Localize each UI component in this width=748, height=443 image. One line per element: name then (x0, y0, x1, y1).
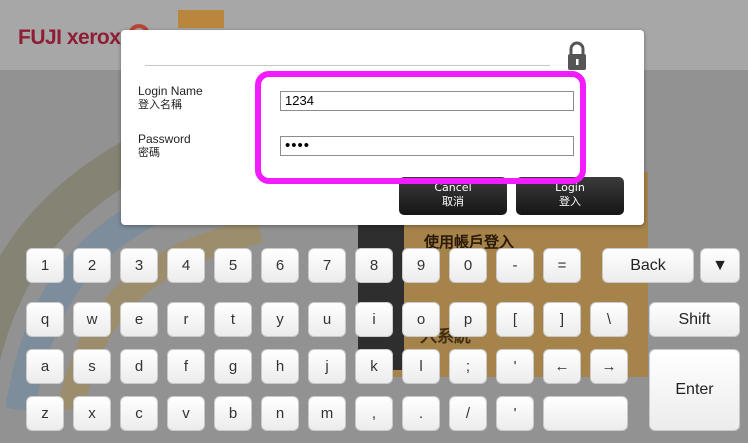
key-5[interactable]: 5 (214, 248, 252, 283)
key-q[interactable]: q (26, 302, 64, 337)
dialog-divider (145, 65, 550, 66)
key-2[interactable]: 2 (73, 248, 111, 283)
key-j[interactable]: j (308, 349, 346, 384)
key-shift[interactable]: Shift (649, 302, 740, 337)
key-minus[interactable]: - (496, 248, 534, 283)
key-o[interactable]: o (402, 302, 440, 337)
key-w[interactable]: w (73, 302, 111, 337)
key-9[interactable]: 9 (402, 248, 440, 283)
login-button-label-zh: 登入 (559, 195, 581, 208)
key-r[interactable]: r (167, 302, 205, 337)
key-left-bracket[interactable]: [ (496, 302, 534, 337)
key-back[interactable]: Back (602, 248, 694, 283)
key-x[interactable]: x (73, 396, 111, 431)
key-p[interactable]: p (449, 302, 487, 337)
key-d[interactable]: d (120, 349, 158, 384)
cancel-button-label-zh: 取消 (442, 195, 464, 208)
key-1[interactable]: 1 (26, 248, 64, 283)
key-i[interactable]: i (355, 302, 393, 337)
key-k[interactable]: k (355, 349, 393, 384)
key-apostrophe[interactable]: ' (496, 349, 534, 384)
key-right-bracket[interactable]: ] (543, 302, 581, 337)
key-u[interactable]: u (308, 302, 346, 337)
keyboard-dropdown-icon[interactable]: ▼ (700, 248, 740, 283)
login-name-label-en: Login Name (138, 84, 203, 98)
key-equals[interactable]: = (543, 248, 581, 283)
password-label-en: Password (138, 132, 191, 146)
key-b[interactable]: b (214, 396, 252, 431)
lock-icon (568, 41, 586, 70)
key-quote[interactable]: ' (496, 396, 534, 431)
arrow-left-icon[interactable]: ← (543, 349, 581, 384)
key-slash[interactable]: / (449, 396, 487, 431)
key-l[interactable]: l (402, 349, 440, 384)
key-semicolon[interactable]: ; (449, 349, 487, 384)
password-label-zh: 密碼 (138, 146, 160, 159)
onscreen-keyboard: 1 2 3 4 5 6 7 8 9 0 - = Back ▼ q w e r t… (20, 238, 748, 443)
key-period[interactable]: . (402, 396, 440, 431)
key-6[interactable]: 6 (261, 248, 299, 283)
key-s[interactable]: s (73, 349, 111, 384)
key-z[interactable]: z (26, 396, 64, 431)
key-4[interactable]: 4 (167, 248, 205, 283)
key-backslash[interactable]: \ (590, 302, 628, 337)
key-g[interactable]: g (214, 349, 252, 384)
key-enter[interactable]: Enter (649, 349, 740, 431)
header-tab (178, 10, 224, 28)
key-v[interactable]: v (167, 396, 205, 431)
key-7[interactable]: 7 (308, 248, 346, 283)
key-a[interactable]: a (26, 349, 64, 384)
key-y[interactable]: y (261, 302, 299, 337)
key-space[interactable] (543, 396, 628, 431)
key-3[interactable]: 3 (120, 248, 158, 283)
input-highlight-box (255, 71, 586, 184)
key-e[interactable]: e (120, 302, 158, 337)
brand-logo-text: FUJI xerox (18, 26, 121, 49)
key-n[interactable]: n (261, 396, 299, 431)
login-name-label-zh: 登入名稱 (138, 98, 182, 111)
login-name-label: Login Name 登入名稱 (138, 84, 203, 112)
key-c[interactable]: c (120, 396, 158, 431)
key-f[interactable]: f (167, 349, 205, 384)
key-m[interactable]: m (308, 396, 346, 431)
key-h[interactable]: h (261, 349, 299, 384)
key-0[interactable]: 0 (449, 248, 487, 283)
key-comma[interactable]: , (355, 396, 393, 431)
password-label: Password 密碼 (138, 132, 191, 160)
key-8[interactable]: 8 (355, 248, 393, 283)
arrow-right-icon[interactable]: → (590, 349, 628, 384)
key-t[interactable]: t (214, 302, 252, 337)
